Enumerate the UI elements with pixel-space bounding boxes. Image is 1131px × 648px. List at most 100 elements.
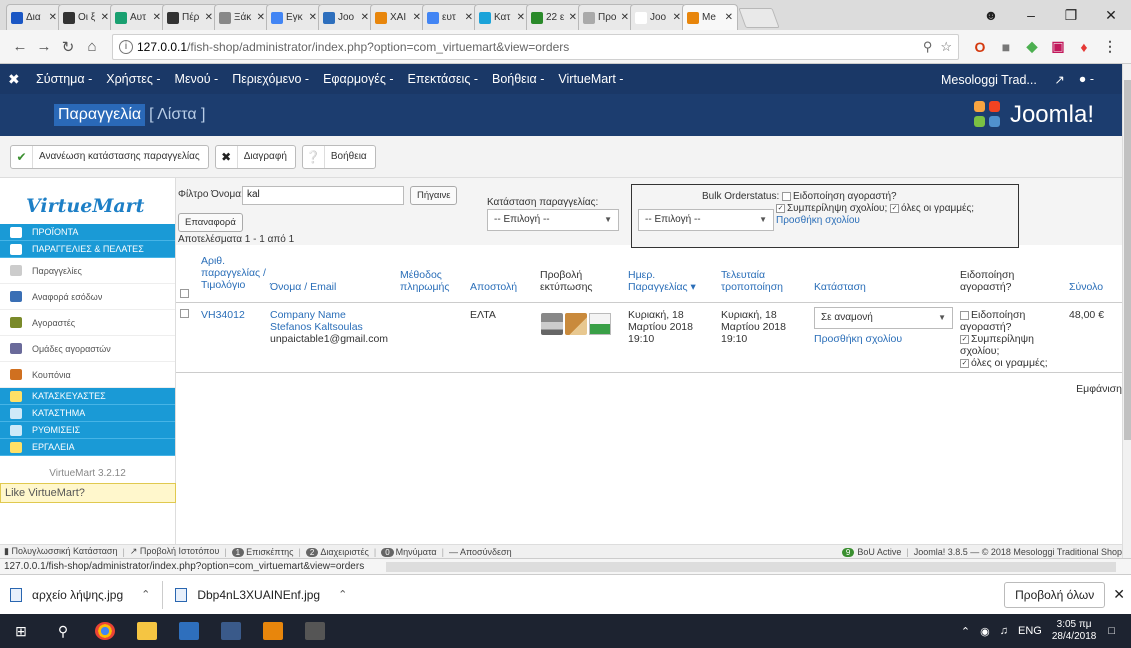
header-order-number[interactable]: Αριθ. παραγγελίας / Τιμολόγιο	[201, 255, 273, 291]
url-input[interactable]: i 127.0.0.1/fish-shop/administrator/inde…	[112, 33, 959, 60]
reset-button[interactable]: Επαναφορά	[178, 213, 243, 232]
new-tab-button[interactable]	[738, 8, 780, 28]
go-button[interactable]: Πήγαινε	[410, 186, 458, 205]
sidebar-item[interactable]: Αναφορά εσόδων	[0, 284, 175, 310]
order-status-row-select[interactable]: Σε αναμονή ▼	[814, 307, 953, 329]
tab-close-icon[interactable]: ✕	[205, 12, 213, 23]
joomla-menu-item[interactable]: Βοήθεια -	[492, 72, 544, 86]
forward-button[interactable]: →	[32, 38, 56, 55]
delete-button[interactable]: ✖ Διαγραφή	[214, 144, 296, 169]
bou-status[interactable]: 9 BoU Active	[841, 547, 901, 557]
volume-icon[interactable]: ♫	[1000, 625, 1008, 637]
download-item[interactable]: αρχείο λήψης.jpg ⌃	[10, 580, 164, 609]
row-notify-checkbox[interactable]	[960, 310, 969, 320]
row-include-comment-checkbox[interactable]: ✓	[960, 334, 969, 344]
print-icon[interactable]	[541, 313, 563, 335]
joomla-menu-item[interactable]: Σύστημα -	[36, 72, 92, 86]
minimize-button[interactable]: –	[1011, 7, 1051, 23]
network-icon[interactable]: ◉	[980, 625, 990, 638]
order-status-select[interactable]: -- Επιλογή -- ▼	[487, 209, 619, 231]
browser-tab[interactable]: Δια ✕	[6, 4, 62, 30]
chrome-taskbar-icon[interactable]	[84, 614, 126, 648]
close-downloads-icon[interactable]: ✕	[1113, 586, 1125, 603]
browser-tab[interactable]: 22 ε ✕	[526, 4, 582, 30]
browser-tab[interactable]: Joo ✕	[318, 4, 374, 30]
tab-close-icon[interactable]: ✕	[725, 12, 733, 23]
bulk-include-comment-checkbox[interactable]: ✓	[776, 203, 785, 213]
clock[interactable]: 3:05 πμ 28/4/2018	[1052, 619, 1097, 643]
header-shipment[interactable]: Αποστολή	[470, 281, 517, 293]
download-item[interactable]: Dbp4nL3XUAINEnf.jpg ⌃	[175, 581, 359, 609]
browser-tab[interactable]: XAI ✕	[370, 4, 426, 30]
browser-tab[interactable]: Κατ ✕	[474, 4, 530, 30]
tab-close-icon[interactable]: ✕	[517, 12, 525, 23]
show-hidden-icons[interactable]: ⌃	[961, 625, 970, 638]
page-scrollbar[interactable]	[1122, 64, 1131, 574]
order-number-link[interactable]: VH34012	[201, 309, 245, 321]
extension-icon[interactable]: ■	[993, 39, 1019, 55]
tab-close-icon[interactable]: ✕	[257, 12, 265, 23]
translate-extension-icon[interactable]: ◆	[1019, 38, 1045, 55]
xampp-taskbar-icon[interactable]	[252, 614, 294, 648]
sidebar-item[interactable]: ΚΑΤΑΣΤΗΜΑ	[0, 405, 175, 422]
visitors-status[interactable]: 1 Επισκέπτης	[231, 547, 294, 557]
header-order-date[interactable]: Ημερ. Παραγγελίας ▾	[628, 269, 708, 293]
joomla-menu-item[interactable]: Περιεχόμενο -	[232, 72, 309, 86]
browser-tab[interactable]: Joo ✕	[630, 4, 686, 30]
language-indicator[interactable]: ENG	[1018, 625, 1042, 637]
tab-close-icon[interactable]: ✕	[621, 12, 629, 23]
info-icon[interactable]: i	[119, 39, 133, 54]
photos-taskbar-icon[interactable]	[210, 614, 252, 648]
logout-link[interactable]: — Αποσύνδεση	[449, 547, 512, 557]
bulk-add-comment-link[interactable]: Προσθήκη σχολίου	[776, 215, 860, 226]
menu-dots-icon[interactable]: ⋮	[1097, 38, 1123, 55]
chevron-up-icon[interactable]: ⌃	[338, 588, 347, 601]
show-all-downloads-button[interactable]: Προβολή όλων	[1004, 581, 1106, 608]
joomla-menu-item[interactable]: Χρήστες -	[106, 72, 160, 86]
tab-close-icon[interactable]: ✕	[153, 12, 161, 23]
select-all-checkbox[interactable]	[180, 289, 189, 298]
name-filter-input[interactable]: kal	[242, 186, 404, 205]
sidebar-item[interactable]: Ομάδες αγοραστών	[0, 336, 175, 362]
joomla-menu-item[interactable]: Επεκτάσεις -	[407, 72, 478, 86]
pocket-extension-icon[interactable]: ▣	[1045, 38, 1071, 55]
profile-icon[interactable]: ☻	[971, 7, 1011, 23]
windows-start-icon[interactable]: ⊞	[0, 614, 42, 648]
site-link[interactable]: Mesologgi Trad... ↗	[941, 72, 1065, 87]
browser-tab[interactable]: Οι ξ ✕	[58, 4, 114, 30]
header-name-email[interactable]: Όνομα / Email	[270, 281, 380, 293]
tab-close-icon[interactable]: ✕	[49, 12, 57, 23]
tab-close-icon[interactable]: ✕	[309, 12, 317, 23]
opera-extension-icon[interactable]: O	[967, 39, 993, 55]
pdf-extension-icon[interactable]: ♦	[1071, 39, 1097, 55]
browser-tab[interactable]: Ξάκ ✕	[214, 4, 270, 30]
joomla-menu-item[interactable]: Εφαρμογές -	[323, 72, 393, 86]
browser-tab[interactable]: ευτ ✕	[422, 4, 478, 30]
sidebar-item[interactable]: ΕΡΓΑΛΕΙΑ	[0, 439, 175, 456]
zoom-icon[interactable]: ⚲	[923, 39, 933, 55]
tab-close-icon[interactable]: ✕	[361, 12, 369, 23]
joomla-menu-item[interactable]: Μενού -	[175, 72, 219, 86]
tab-close-icon[interactable]: ✕	[673, 12, 681, 23]
close-window-button[interactable]: ✕	[1091, 7, 1131, 24]
file-explorer-icon[interactable]	[126, 614, 168, 648]
joomla-menu-item[interactable]: VirtueMart -	[558, 72, 623, 86]
home-button[interactable]: ⌂	[80, 38, 104, 55]
sidebar-item[interactable]: ΚΑΤΑΣΚΕΥΑΣΤΕΣ	[0, 388, 175, 405]
tab-close-icon[interactable]: ✕	[569, 12, 577, 23]
maximize-button[interactable]: ❐	[1051, 7, 1091, 24]
header-total[interactable]: Σύνολο	[1069, 281, 1103, 293]
sidebar-item[interactable]: ΡΥΘΜΙΣΕΙΣ	[0, 422, 175, 439]
add-comment-link[interactable]: Προσθήκη σχολίου	[814, 333, 902, 345]
user-menu[interactable]: ● -	[1079, 72, 1108, 86]
search-icon[interactable]: ⚲	[42, 614, 84, 648]
bulk-status-select[interactable]: -- Επιλογή -- ▼	[638, 209, 774, 231]
sidebar-item[interactable]: ΠΑΡΑΓΓΕΛΙΕΣ & ΠΕΛΑΤΕΣ	[0, 241, 175, 258]
tab-close-icon[interactable]: ✕	[413, 12, 421, 23]
browser-tab[interactable]: Προ ✕	[578, 4, 634, 30]
add-invoice-icon[interactable]	[589, 313, 611, 335]
sidebar-item[interactable]: ΠΡΟΪΟΝΤΑ	[0, 224, 175, 241]
header-status[interactable]: Κατάσταση	[814, 281, 866, 293]
messages-status[interactable]: 0 Μηνύματα	[381, 547, 437, 557]
invoice-icon[interactable]	[565, 313, 587, 335]
